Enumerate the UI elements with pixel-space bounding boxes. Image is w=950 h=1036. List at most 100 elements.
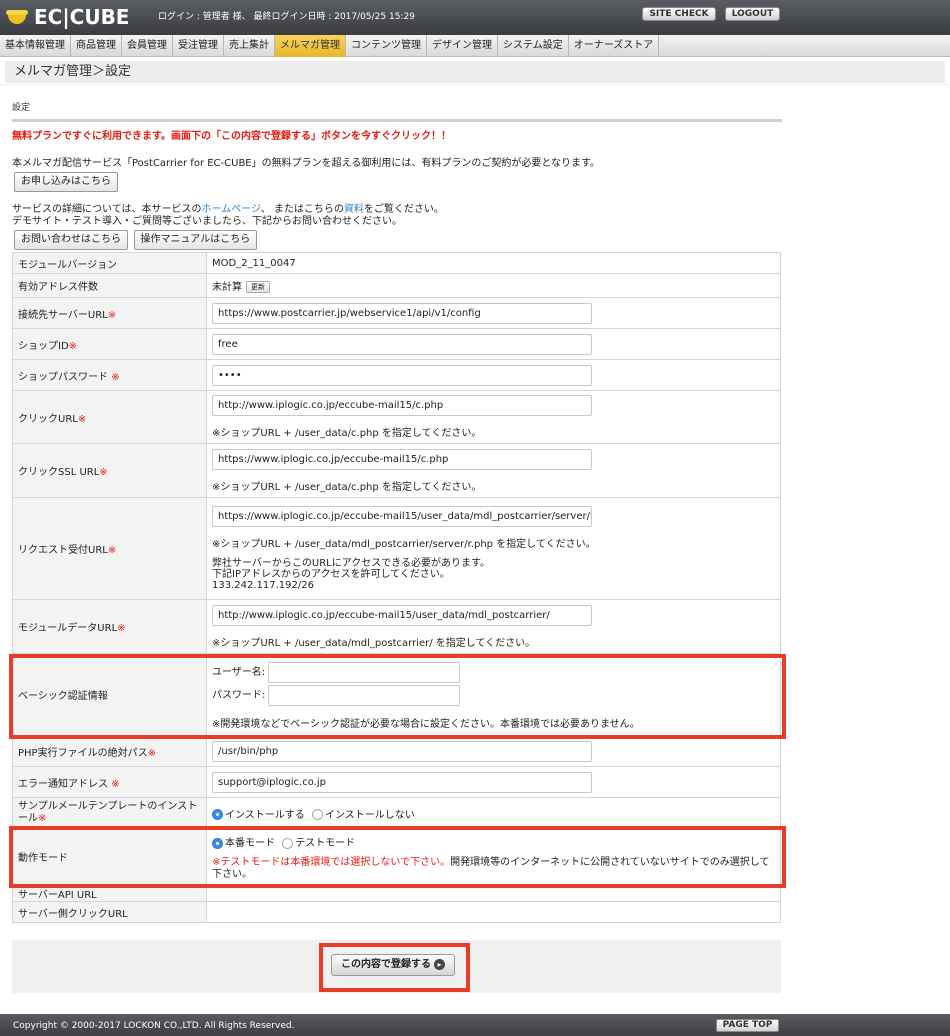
server-url-input[interactable]: https://www.postcarrier.jp/webservice1/a… (212, 302, 592, 324)
module-data-cell: http://www.iplogic.co.jp/eccube-mail15/u… (206, 599, 781, 654)
table-row: PHP実行ファイルの絶対パス※ /usr/bin/php (12, 735, 781, 767)
module-data-input[interactable]: http://www.iplogic.co.jp/eccube-mail15/u… (212, 604, 592, 626)
refresh-button[interactable]: 更新 (246, 281, 270, 293)
table-row: エラー通知アドレス ※ support@iplogic.co.jp (12, 766, 781, 798)
server-url-cell: https://www.postcarrier.jp/webservice1/a… (206, 297, 781, 329)
module-data-label-text: モジュールデータURL (18, 623, 118, 634)
click-ssl-input[interactable]: https://www.iplogic.co.jp/eccube-mail15/… (212, 448, 592, 470)
nav-item-orders[interactable]: 受注管理 (173, 35, 224, 57)
ec-cube-logo[interactable]: EC|CUBE (6, 5, 130, 29)
intro-section: 設定 無料プランですぐに利用できます。画面下の「この内容で登録する」ボタンを今す… (12, 100, 782, 250)
document-link[interactable]: 資料 (344, 204, 364, 215)
install-radio[interactable] (212, 809, 223, 820)
click-ssl-label-text: クリックSSL URL (18, 467, 100, 478)
detail-suffix: をご覧ください。 (363, 204, 444, 215)
nav-item-basic-info[interactable]: 基本情報管理 (0, 35, 71, 57)
nav-item-system[interactable]: システム設定 (498, 35, 569, 57)
table-row: モジュールデータURL※ http://www.iplogic.co.jp/ec… (12, 599, 781, 654)
nav-item-contents[interactable]: コンテンツ管理 (346, 35, 427, 57)
sample-template-label: サンプルメールテンプレートのインストール※ (12, 797, 207, 829)
request-url-cell: https://www.iplogic.co.jp/eccube-mail15/… (206, 497, 781, 600)
valid-address-label: 有効アドレス件数 (12, 273, 207, 298)
section-title: 設定 (12, 100, 782, 122)
copyright: Copyright © 2000-2017 LOCKON CO.,LTD. Al… (13, 1021, 295, 1031)
nav-item-members[interactable]: 会員管理 (122, 35, 173, 57)
error-mail-input[interactable]: support@iplogic.co.jp (212, 771, 592, 793)
install-option-label: インストールする (225, 809, 305, 821)
click-url-note: ※ショップURL + /user_data/c.php を指定してください。 (212, 428, 482, 439)
shop-id-label-text: ショップID (18, 340, 69, 352)
submit-button[interactable]: この内容で登録する ▸ (331, 954, 455, 976)
apply-button[interactable]: お申し込みはこちら (14, 172, 118, 192)
page-top-button[interactable]: PAGE TOP (716, 1019, 779, 1032)
detail-notice: サービスの詳細については、本サービスのホームページ、 またはこちらの資料をご覧く… (12, 204, 782, 216)
module-version-label: モジュールバージョン (12, 252, 207, 274)
contact-button[interactable]: お問い合わせはこちら (14, 230, 128, 250)
arrow-right-icon: ▸ (434, 958, 445, 970)
shop-password-label-text: ショップパスワード (18, 371, 108, 383)
click-url-input[interactable]: http://www.iplogic.co.jp/eccube-mail15/c… (212, 395, 592, 416)
click-server-value (206, 901, 781, 923)
contact-notice: デモサイト・テスト導入・ご質問等ございましたら、下記からお問い合わせください。 (12, 216, 402, 227)
required-mark: ※ (38, 813, 47, 824)
click-server-label: サーバー側クリックURL (12, 901, 207, 923)
nav-item-sales[interactable]: 売上集計 (224, 35, 275, 57)
logo-text: EC|CUBE (34, 5, 130, 29)
php-path-input[interactable]: /usr/bin/php (212, 740, 592, 762)
nav-item-owners-store[interactable]: オーナーズストア (569, 35, 660, 57)
required-mark: ※ (111, 371, 120, 383)
sample-template-cell: インストールする インストールしない (206, 797, 781, 829)
required-mark: ※ (147, 747, 156, 759)
table-row: サーバー側クリックURL (12, 901, 781, 923)
page-footer: Copyright © 2000-2017 LOCKON CO.,LTD. Al… (0, 1014, 950, 1036)
nav-item-design[interactable]: デザイン管理 (427, 35, 498, 57)
table-row: モジュールバージョン MOD_2_11_0047 (12, 252, 781, 274)
no-install-radio[interactable] (312, 809, 323, 820)
server-url-label: 接続先サーバーURL※ (12, 297, 207, 329)
shop-password-cell: •••• (206, 359, 781, 391)
nav-item-products[interactable]: 商品管理 (71, 35, 122, 57)
required-mark: ※ (111, 778, 120, 790)
request-url-label-text: リクエスト受付URL (18, 545, 108, 556)
module-data-label: モジュールデータURL※ (12, 599, 207, 654)
click-url-cell: http://www.iplogic.co.jp/eccube-mail15/c… (206, 390, 781, 444)
page-title-bar: メルマガ管理＞設定 (0, 57, 950, 85)
shop-password-input[interactable]: •••• (212, 364, 592, 386)
server-url-label-text: 接続先サーバーURL (18, 309, 108, 321)
request-url-ip: 133.242.117.192/26 (212, 579, 314, 591)
logout-button[interactable]: LOGOUT (725, 7, 780, 21)
request-url-note: ※ショップURL + /user_data/mdl_postcarrier/se… (212, 538, 596, 550)
request-url-ip-note: 下記IPアドレスからのアクセスを許可してください。 (212, 568, 450, 580)
required-mark: ※ (107, 309, 117, 321)
table-row: リクエスト受付URL※ https://www.iplogic.co.jp/ec… (12, 497, 781, 600)
php-path-label: PHP実行ファイルの絶対パス※ (12, 735, 207, 767)
required-mark: ※ (117, 623, 126, 634)
homepage-link[interactable]: ホームページ (202, 204, 261, 215)
module-version-value: MOD_2_11_0047 (206, 252, 781, 274)
error-mail-label-text: エラー通知アドレス (18, 778, 108, 790)
no-install-option-label: インストールしない (325, 809, 415, 821)
click-url-label: クリックURL※ (12, 390, 207, 444)
request-url-access-note: 弊社サーバーからこのURLにアクセスできる必要があります。 (212, 557, 491, 569)
request-url-input[interactable]: https://www.iplogic.co.jp/eccube-mail15/… (212, 505, 592, 527)
table-row: ショップパスワード ※ •••• (12, 359, 781, 391)
table-row: 接続先サーバーURL※ https://www.postcarrier.jp/w… (12, 297, 781, 329)
promo-message: 無料プランですぐに利用できます。画面下の「この内容で登録する」ボタンを今すぐクリ… (12, 131, 451, 142)
click-ssl-note: ※ショップURL + /user_data/c.php を指定してください。 (212, 481, 482, 493)
nav-item-mailmagazine[interactable]: メルマガ管理 (275, 35, 346, 57)
required-mark: ※ (68, 340, 78, 352)
shop-password-label: ショップパスワード ※ (12, 359, 207, 391)
basic-auth-highlight-box (9, 654, 786, 739)
table-row: クリックURL※ http://www.iplogic.co.jp/eccube… (12, 390, 781, 444)
shop-id-label: ショップID※ (12, 328, 207, 360)
site-check-button[interactable]: SITE CHECK (642, 7, 716, 21)
manual-button[interactable]: 操作マニュアルはこちら (133, 230, 258, 250)
page-title: メルマガ管理＞設定 (5, 61, 945, 83)
submit-area: この内容で登録する ▸ (12, 940, 781, 993)
mode-highlight-box (9, 826, 786, 888)
shop-id-input[interactable]: free (212, 333, 592, 355)
php-path-cell: /usr/bin/php (206, 735, 781, 767)
click-url-label-text: クリックURL (18, 413, 78, 425)
main-nav: 基本情報管理 商品管理 会員管理 受注管理 売上集計 メルマガ管理 コンテンツ管… (0, 35, 950, 57)
error-mail-cell: support@iplogic.co.jp (206, 766, 781, 798)
